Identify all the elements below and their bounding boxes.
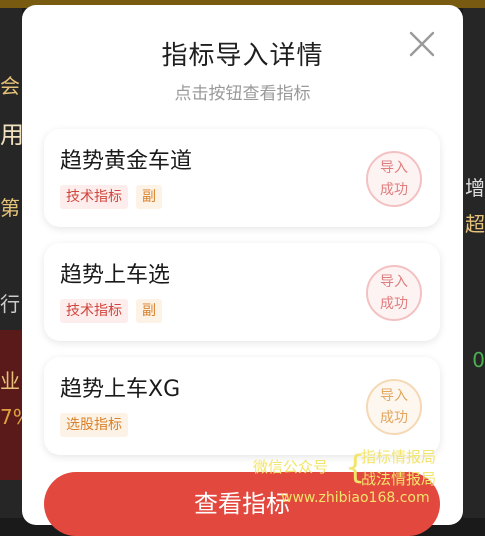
watermark-line1: 指标情报局 (361, 448, 437, 466)
background-text: 增 (465, 176, 485, 200)
indicator-name: 趋势上车选 (60, 263, 171, 288)
tag-type: 技术指标 (60, 299, 128, 323)
watermark-url: www.zhibiao168.com (281, 490, 430, 506)
tag-sub: 副 (136, 185, 162, 209)
watermark: 微信公众号 { 指标情报局 战法情报局 www.zhibiao168.com (253, 446, 473, 512)
background-text: 用 (0, 121, 24, 149)
indicator-tags: 技术指标 副 (60, 185, 162, 209)
close-icon[interactable] (405, 27, 439, 61)
stamp-text: 成功 (380, 296, 408, 312)
watermark-line2: 战法情报局 (361, 470, 437, 488)
indicator-card: 趋势黄金车道 技术指标 副 导入 成功 (44, 129, 440, 227)
import-success-stamp: 导入 成功 (366, 379, 422, 435)
tag-type: 技术指标 (60, 185, 128, 209)
watermark-wechat: 微信公众号 (253, 458, 329, 476)
background-text: 0 (472, 348, 485, 372)
indicator-name: 趋势黄金车道 (60, 149, 193, 174)
indicator-tags: 技术指标 副 (60, 299, 162, 323)
background-text: 第 (0, 196, 20, 220)
background-text: 行 (0, 292, 20, 316)
dialog-subtitle: 点击按钮查看指标 (174, 84, 311, 104)
stamp-text: 导入 (380, 388, 408, 404)
tag-sub: 副 (136, 299, 162, 323)
background-text: 超 (465, 212, 485, 236)
import-success-stamp: 导入 成功 (366, 151, 422, 207)
stamp-text: 成功 (380, 410, 408, 426)
import-success-stamp: 导入 成功 (366, 265, 422, 321)
background-text: 业 (0, 369, 20, 393)
indicator-card: 趋势上车XG 选股指标 导入 成功 (44, 357, 440, 455)
tag-type: 选股指标 (60, 413, 128, 437)
stamp-text: 成功 (380, 182, 408, 198)
dialog-title: 指标导入详情 (161, 41, 324, 71)
indicator-name: 趋势上车XG (60, 377, 181, 402)
background-right-panel (463, 8, 485, 518)
stamp-text: 导入 (380, 160, 408, 176)
indicator-tags: 选股指标 (60, 413, 128, 437)
indicator-card: 趋势上车选 技术指标 副 导入 成功 (44, 243, 440, 341)
stamp-text: 导入 (380, 274, 408, 290)
background-text: 会 (0, 74, 20, 98)
